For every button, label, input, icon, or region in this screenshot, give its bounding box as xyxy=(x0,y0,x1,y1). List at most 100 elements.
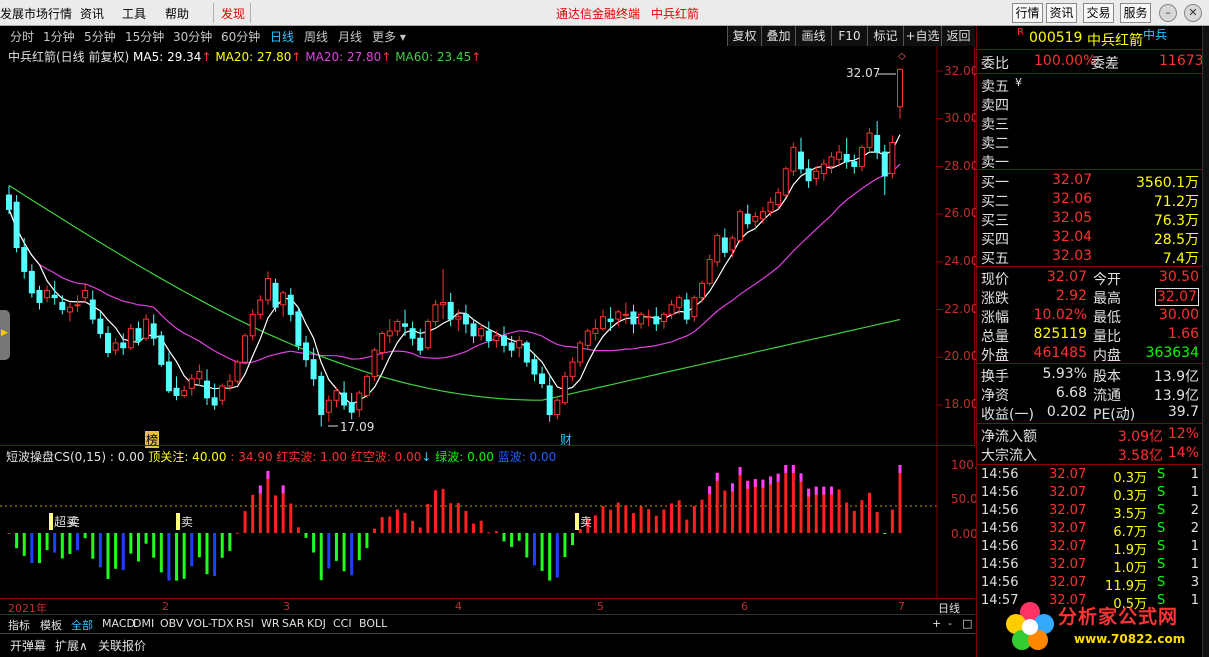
quote-scrollbar[interactable] xyxy=(1202,26,1209,657)
close-icon[interactable]: ✕ xyxy=(1184,4,1202,22)
wave-peak xyxy=(730,483,734,492)
tab-template[interactable]: 模板 xyxy=(40,617,62,633)
minimize-icon[interactable]: – xyxy=(1159,4,1177,22)
wave-bar xyxy=(76,533,80,551)
wave-bar xyxy=(654,515,658,533)
quote-label: 外盘 xyxy=(981,348,1009,364)
candle xyxy=(424,319,431,351)
period-tab[interactable]: 60分钟 xyxy=(221,28,260,45)
kline-panel[interactable]: ◇ 中兵红箭(日线 前复权) MA5: 29.34↑ MA20: 27.80↑ … xyxy=(0,46,978,448)
period-tab[interactable]: 15分钟 xyxy=(125,28,164,45)
scroll-right-icon[interactable]: □ xyxy=(962,617,972,630)
tab-kdj[interactable]: KDJ xyxy=(307,617,326,630)
zoom-out-icon[interactable]: - xyxy=(948,617,952,630)
side-handle[interactable]: ▶ xyxy=(0,310,10,360)
related-quote-button[interactable]: 关联报价 xyxy=(98,637,146,654)
wave-bar xyxy=(167,533,171,581)
stock-code: 000519 xyxy=(1029,30,1083,46)
buy-row[interactable]: 买一 32.07 3560.1万 xyxy=(977,172,1203,191)
tab-sar[interactable]: SAR xyxy=(282,617,304,630)
quote-button[interactable]: 行情 xyxy=(1012,3,1043,23)
wave-bar xyxy=(868,492,872,533)
wave-bar xyxy=(609,509,613,533)
wave-bar xyxy=(532,533,536,566)
period-tab[interactable]: 1分钟 xyxy=(43,28,75,45)
sell-signal: 卖 xyxy=(575,513,592,530)
menu-discover[interactable]: 发现 xyxy=(221,5,245,22)
news-button[interactable]: 资讯 xyxy=(1046,3,1077,23)
buy-row[interactable]: 买四 32.04 28.5万 xyxy=(977,229,1203,248)
period-tab[interactable]: 分时 xyxy=(10,28,34,45)
menu-help[interactable]: 帮助 xyxy=(165,5,189,22)
menu-market[interactable]: 发展市场行情 xyxy=(0,5,72,22)
danmu-button[interactable]: 开弹幕 xyxy=(10,637,46,654)
candle xyxy=(645,309,652,327)
tab-vol-tdx[interactable]: VOL-TDX xyxy=(186,617,234,630)
candle xyxy=(630,304,637,334)
kline-chart[interactable]: ◇ xyxy=(0,46,975,445)
tick-volume: 11.9万 xyxy=(1105,579,1147,594)
quote-label: 量比 xyxy=(1093,329,1121,345)
service-button[interactable]: 服务 xyxy=(1120,3,1151,23)
overlay-button[interactable]: 叠加 xyxy=(761,26,795,46)
candle xyxy=(638,311,645,329)
wave-bar xyxy=(799,473,803,533)
period-tab[interactable]: 月线 xyxy=(338,28,362,45)
tab-indicator[interactable]: 指标 xyxy=(8,617,30,633)
candle xyxy=(782,166,789,198)
candle xyxy=(325,395,332,422)
tab-obv[interactable]: OBV xyxy=(160,617,183,630)
fuquan-button[interactable]: 复权 xyxy=(727,26,761,46)
wave-bar xyxy=(220,533,224,558)
buy-row[interactable]: 买二 32.06 71.2万 xyxy=(977,191,1203,210)
expand-button[interactable]: 扩展∧ xyxy=(55,637,88,654)
tab-wr[interactable]: WR xyxy=(261,617,280,630)
wave-bar xyxy=(411,520,415,533)
candle xyxy=(105,326,111,358)
tick-count: 2 xyxy=(1190,503,1199,518)
menu-tools[interactable]: 工具 xyxy=(122,5,146,22)
wave-bar xyxy=(235,532,239,534)
period-tab[interactable]: 30分钟 xyxy=(173,28,212,45)
candle xyxy=(798,137,804,174)
flow-percent: 14% xyxy=(1167,445,1199,461)
period-tab-daily[interactable]: 日线 xyxy=(270,28,294,45)
indicator-chart[interactable] xyxy=(0,446,975,599)
fund-label: 净资 xyxy=(981,388,1009,404)
buy-row[interactable]: 买三 32.05 76.3万 xyxy=(977,210,1203,229)
menu-news[interactable]: 资讯 xyxy=(80,5,104,22)
tab-boll[interactable]: BOLL xyxy=(359,617,387,630)
add-watchlist-button[interactable]: +自选 xyxy=(903,26,941,46)
fundamental-row: 换手 5.93% 股本 13.9亿 xyxy=(977,366,1203,385)
candle xyxy=(318,371,325,427)
tab-dmi[interactable]: DMI xyxy=(133,617,154,630)
f10-button[interactable]: F10 xyxy=(831,26,867,46)
buy-row[interactable]: 买五 32.03 7.4万 xyxy=(977,248,1203,267)
tab-macd[interactable]: MACD xyxy=(102,617,135,630)
wave-bar xyxy=(639,506,643,533)
period-tab[interactable]: 5分钟 xyxy=(84,28,116,45)
period-tab[interactable]: 周线 xyxy=(304,28,328,45)
ind-tick: 0.00 xyxy=(951,527,978,541)
period-more[interactable]: 更多 ▾ xyxy=(372,28,406,45)
quote-value: 1.66 xyxy=(1167,326,1199,342)
tab-rsi[interactable]: RSI xyxy=(236,617,254,630)
wave-bar xyxy=(441,488,445,533)
indicator-panel[interactable]: 短波操盘CS(0,15) : 0.00 顶关注: 40.00 : 34.90 红… xyxy=(0,445,985,599)
draw-button[interactable]: 画线 xyxy=(795,26,831,46)
flow-row: 大宗流入 3.58亿 14% xyxy=(977,445,1203,464)
mark-button[interactable]: 标记 xyxy=(867,26,903,46)
wave-bar xyxy=(494,531,498,533)
sell-signal: 卖 xyxy=(68,515,81,529)
tab-cci[interactable]: CCI xyxy=(333,617,352,630)
sell-row: 卖五 ¥ xyxy=(977,76,1203,95)
fund-label: 股本 xyxy=(1093,369,1121,385)
flow-percent: 12% xyxy=(1167,426,1199,442)
back-button[interactable]: 返回 xyxy=(941,26,975,46)
quote-label: 总量 xyxy=(981,329,1009,345)
buy-volume: 7.4万 xyxy=(1162,251,1199,267)
zoom-in-icon[interactable]: + xyxy=(932,617,941,630)
trade-button[interactable]: 交易 xyxy=(1083,3,1114,23)
fundamental-row: 收益(一) 0.202 PE(动) 39.7 xyxy=(977,404,1203,423)
tab-all[interactable]: 全部 xyxy=(71,617,93,633)
